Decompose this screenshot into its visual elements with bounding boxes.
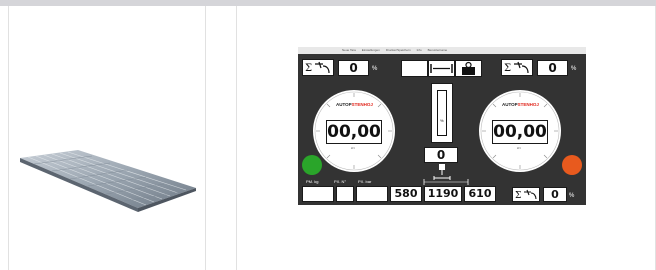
top-empty-box — [401, 60, 428, 77]
left-display-unit: kN — [351, 146, 355, 150]
sum-pressure-icon: Σ — [302, 59, 334, 76]
right-display-unit: kN — [517, 146, 521, 150]
brand-logo: AUTOPSTENHOJ — [336, 102, 373, 107]
svg-text:Σ: Σ — [504, 63, 511, 74]
table-border-left — [8, 6, 9, 270]
weighing-software-screenshot: Neue Tara Einstellungen Drucker/Speichern I… — [298, 47, 586, 205]
dimension-arrow-icon — [423, 179, 469, 185]
level-bar: % — [431, 83, 453, 143]
left-sum-unit: % — [372, 66, 378, 72]
right-force-display: 00,00 — [492, 120, 548, 144]
bottom-label: PX. N° — [334, 179, 347, 184]
menu-bar: Neue Tara Einstellungen Drucker/Speichern I… — [298, 47, 586, 54]
table-divider — [236, 6, 237, 270]
sum-pressure-icon: Σ — [512, 187, 540, 202]
center-value: 0 — [424, 147, 458, 163]
menu-item: Drucker/Speichern — [385, 48, 411, 52]
bottom-field — [336, 186, 354, 202]
svg-text:Σ: Σ — [305, 63, 312, 74]
right-sum-unit: % — [571, 66, 577, 72]
status-light-green — [302, 155, 322, 175]
platform-scale-image — [20, 150, 196, 212]
status-light-orange — [562, 155, 582, 175]
right-sum-value: 0 — [537, 60, 568, 76]
sum-pressure-icon: Σ — [501, 59, 533, 76]
width-arrows-icon — [428, 60, 455, 77]
left-sum-value: 0 — [338, 60, 369, 76]
dimension-value: 1190 — [424, 186, 462, 202]
bottom-label: PM. kg — [306, 179, 319, 184]
svg-text:Σ: Σ — [515, 191, 521, 201]
dimension-value: 610 — [464, 186, 496, 202]
menu-item: Info — [416, 48, 422, 52]
bottom-right-unit: % — [569, 193, 575, 199]
level-mark: % — [440, 118, 444, 123]
weight-icon — [455, 60, 482, 77]
table-divider — [205, 6, 206, 270]
menu-item: Neue Tara — [342, 48, 356, 52]
bottom-field — [356, 186, 388, 202]
left-force-display: 00,00 — [326, 120, 382, 144]
menu-item: Einstellungen — [361, 48, 380, 52]
dimension-value: 580 — [390, 186, 422, 202]
bottom-right-value: 0 — [543, 187, 567, 202]
brand-logo: AUTOPSTENHOJ — [502, 102, 539, 107]
menu-item: Benutzername — [427, 48, 448, 52]
bottom-label: PX. bar — [358, 179, 372, 184]
bottom-field — [302, 186, 334, 202]
